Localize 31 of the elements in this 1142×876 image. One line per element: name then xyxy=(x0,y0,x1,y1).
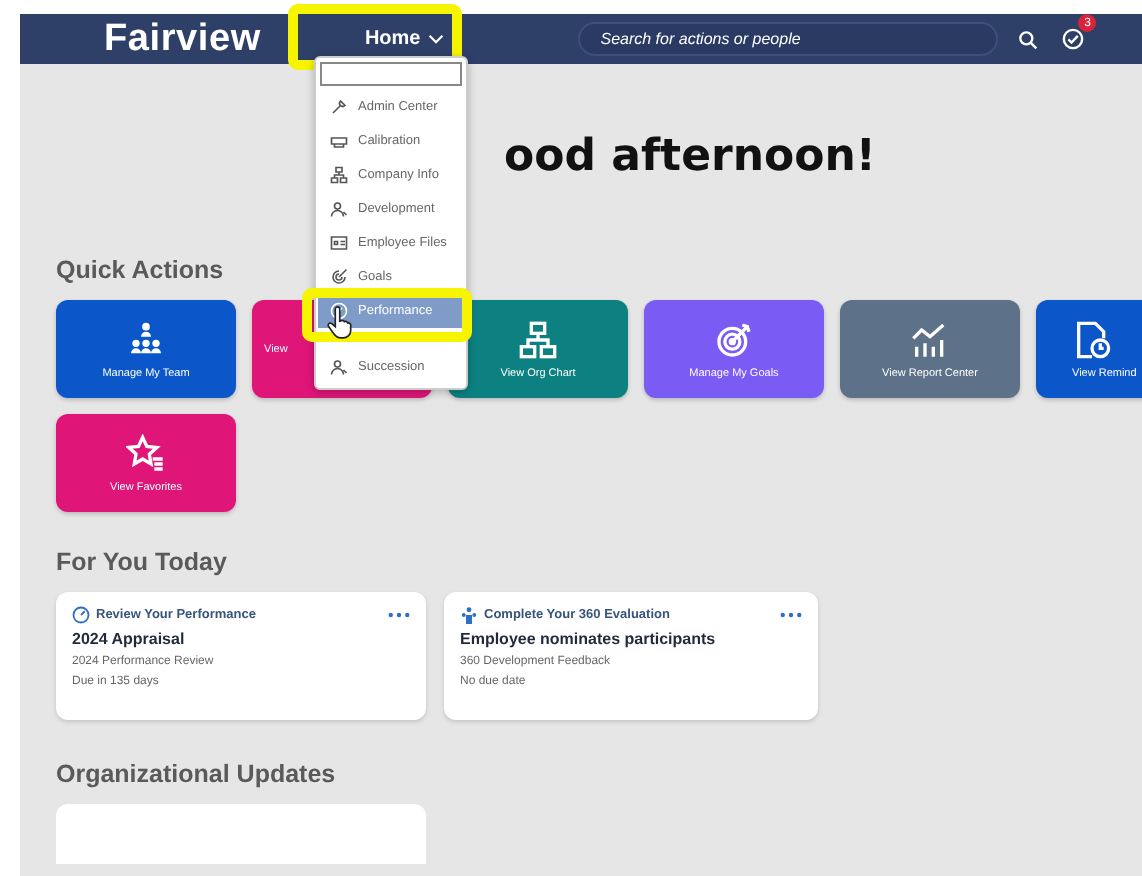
chevron-icon xyxy=(428,34,445,44)
org-chart-icon xyxy=(330,166,348,184)
team-icon xyxy=(126,319,166,359)
section-title: Quick Actions xyxy=(56,256,224,284)
home-menu-button[interactable]: Home xyxy=(364,28,445,50)
people-icon xyxy=(460,606,478,624)
id-card-icon xyxy=(330,234,348,252)
section-title: For You Today xyxy=(56,548,227,576)
person-icon xyxy=(330,358,348,376)
gauge-icon xyxy=(72,606,90,624)
card-title: 2024 Appraisal xyxy=(72,630,187,648)
person-icon xyxy=(330,200,348,218)
clock-document-icon xyxy=(1072,319,1112,359)
search-field[interactable]: Search for actions or people xyxy=(578,22,999,56)
hand-cursor-icon xyxy=(326,306,352,340)
gauge-icon xyxy=(330,302,348,320)
tray-icon xyxy=(330,132,348,150)
more-icon[interactable] xyxy=(388,612,410,618)
more-icon[interactable] xyxy=(780,612,802,618)
greeting: ood afternoon! xyxy=(504,136,876,180)
card-title: Employee nominates participants xyxy=(460,630,718,648)
logo[interactable]: Fairview xyxy=(104,17,261,61)
target-icon xyxy=(714,319,754,359)
section-title: Organizational Updates xyxy=(56,760,336,788)
line-chart-icon xyxy=(910,319,950,359)
target-icon xyxy=(330,268,348,286)
org-chart-icon xyxy=(518,319,558,359)
check-circle-icon[interactable] xyxy=(1062,28,1085,50)
star-list-icon xyxy=(126,433,166,473)
menu-search-field[interactable] xyxy=(320,62,462,86)
search-icon[interactable] xyxy=(1018,29,1039,49)
